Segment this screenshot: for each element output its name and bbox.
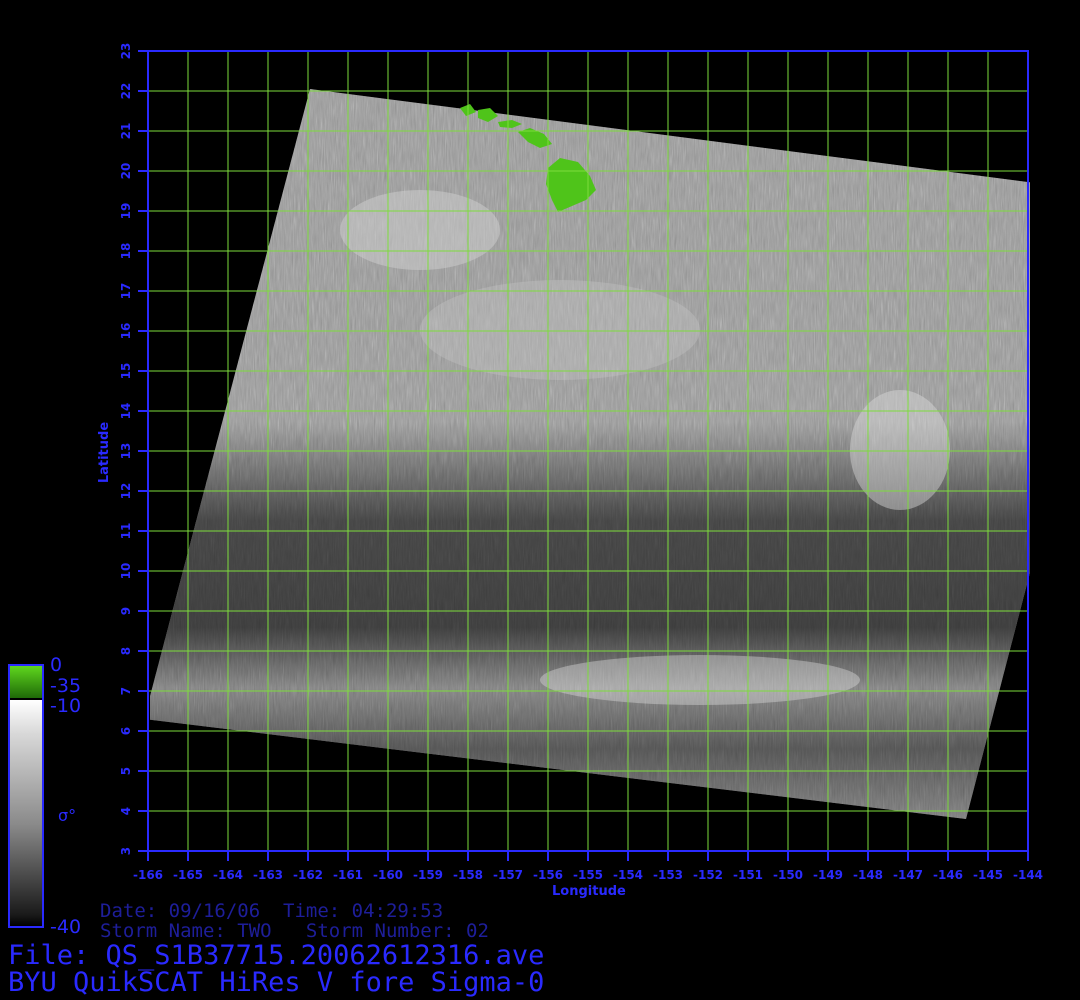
product-title-line: BYU QuikSCAT HiRes V fore Sigma-0 (8, 967, 545, 998)
colorbar-land-label: -35 (50, 675, 82, 697)
x-axis-title: Longitude (552, 884, 626, 899)
lat-tick-label: 23 (119, 43, 133, 60)
lon-tick-label: -151 (733, 868, 763, 882)
lon-tick-label: -157 (493, 868, 523, 882)
lat-tick-label: 15 (119, 363, 133, 380)
lat-tick-label: 3 (119, 847, 133, 855)
lat-tick-label: 9 (119, 607, 133, 615)
lon-tick-label: -148 (853, 868, 883, 882)
lat-tick-label: 13 (119, 443, 133, 460)
colorbar-land-segment (10, 666, 42, 698)
lat-lon-grid (147, 50, 1029, 852)
lon-tick-label: -146 (933, 868, 963, 882)
lat-tick-label: 5 (119, 767, 133, 775)
lat-tick-label: 7 (119, 687, 133, 695)
lon-tick-label: -162 (293, 868, 323, 882)
lat-tick-label: 11 (119, 523, 133, 540)
file-name-line: File: QS_S1B37715.20062612316.ave (8, 940, 545, 971)
colorbar-symbol: σ° (58, 806, 77, 825)
colorbar-upper-label: -10 (50, 695, 82, 717)
lat-tick-label: 20 (119, 163, 133, 180)
lon-tick-label: -159 (413, 868, 443, 882)
lon-tick-label: -152 (693, 868, 723, 882)
lon-tick-label: -150 (773, 868, 803, 882)
lat-tick-label: 14 (119, 403, 133, 420)
colorbar-sigma0-segment (10, 700, 42, 926)
lon-tick-label: -158 (453, 868, 483, 882)
storm-info-line: Storm Name: TWO Storm Number: 02 (100, 920, 489, 942)
date-time-line: Date: 09/16/06 Time: 04:29:53 (100, 900, 444, 922)
lat-tick-label: 21 (119, 123, 133, 140)
lon-tick-label: -145 (973, 868, 1003, 882)
latitude-axis: 3 4 5 6 7 8 9 10 11 12 13 14 15 16 17 18 19 20 21 22 23 (119, 43, 148, 855)
lat-tick-label: 19 (119, 203, 133, 220)
colorbar-top-label: 0 (50, 654, 63, 676)
lat-tick-label: 10 (119, 563, 133, 580)
longitude-axis: -166 -165 -164 -163 -162 -161 -160 -159 -158 -157… (133, 851, 1043, 882)
lon-tick-label: -155 (573, 868, 603, 882)
lon-tick-label: -163 (253, 868, 283, 882)
y-axis-title: Latitude (97, 421, 113, 484)
lon-tick-label: -154 (613, 868, 643, 882)
lon-tick-label: -149 (813, 868, 843, 882)
lon-tick-label: -144 (1013, 868, 1043, 882)
colorbar (8, 664, 44, 928)
lat-tick-label: 4 (119, 807, 133, 815)
colorbar-bottom-label: -40 (50, 916, 82, 938)
lon-tick-label: -156 (533, 868, 563, 882)
lon-tick-label: -160 (373, 868, 403, 882)
lat-tick-label: 12 (119, 483, 133, 500)
lat-tick-label: 22 (119, 83, 133, 100)
lat-tick-label: 18 (119, 243, 133, 260)
lat-tick-label: 17 (119, 283, 133, 300)
map-plot: -166 -165 -164 -163 -162 -161 -160 -159 -158 -157… (119, 43, 1043, 882)
lon-tick-label: -165 (173, 868, 203, 882)
lon-tick-label: -164 (213, 868, 243, 882)
lat-tick-label: 6 (119, 727, 133, 735)
lon-tick-label: -147 (893, 868, 923, 882)
lon-tick-label: -166 (133, 868, 163, 882)
lon-tick-label: -161 (333, 868, 363, 882)
lon-tick-label: -153 (653, 868, 683, 882)
lat-tick-label: 16 (119, 323, 133, 340)
lat-tick-label: 8 (119, 647, 133, 655)
